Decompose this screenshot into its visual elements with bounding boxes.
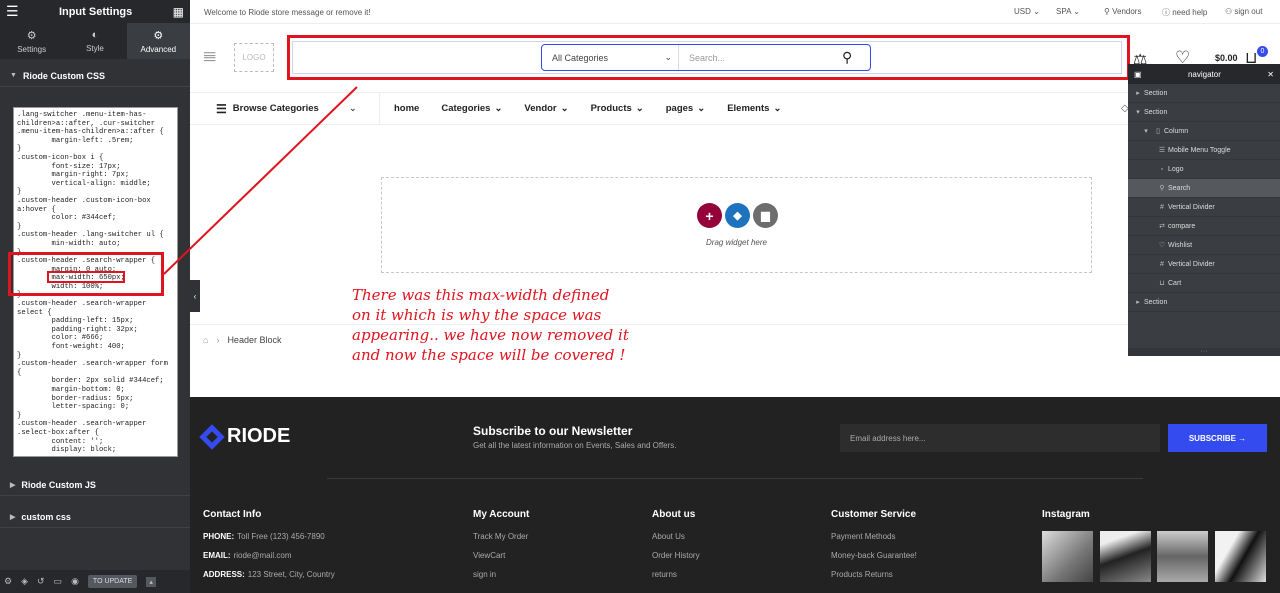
contact-email: EMAIL: riode@mail.com	[203, 551, 335, 560]
contact-phone: PHONE: Toll Free (123) 456-7890	[203, 532, 335, 541]
contact-label: EMAIL:	[203, 551, 231, 560]
riode-logo-icon	[199, 423, 225, 450]
navigator-label: Mobile Menu Toggle	[1168, 146, 1231, 154]
column-title: Contact Info	[203, 509, 262, 520]
navigator-label: Section	[1144, 298, 1168, 306]
navigator-item[interactable]: ⚲ Search	[1128, 179, 1280, 198]
contact-value: Toll Free (123) 456-7890	[237, 532, 325, 541]
newsletter-desc: Get all the latest information on Events…	[473, 441, 677, 450]
navigator-label: Search	[1168, 184, 1191, 192]
caret-right-icon: ▸	[1136, 299, 1140, 306]
footer-link[interactable]: Payment Methods	[831, 532, 917, 541]
annotation-note: There was this max-width defined on it w…	[352, 286, 629, 364]
instagram-image[interactable]	[1215, 531, 1266, 582]
contact-value[interactable]: riode@mail.com	[234, 551, 292, 560]
brand-name: RIODE	[227, 425, 291, 447]
footer-link[interactable]: sign in	[473, 570, 529, 579]
footer-link[interactable]: About Us	[652, 532, 700, 541]
divider-icon: #	[1160, 203, 1164, 211]
column-title: About us	[652, 509, 696, 520]
footer-logo[interactable]: RIODE	[199, 423, 291, 450]
instagram-column: Instagram	[1042, 509, 1090, 532]
service-column: Customer Service Payment Methods Money-b…	[831, 509, 917, 589]
navigator-item[interactable]: ▾ ▯ Column	[1128, 122, 1280, 141]
column-title: My Account	[473, 509, 530, 520]
navigator-item[interactable]: ▾ Section	[1128, 103, 1280, 122]
navigator-item[interactable]: ⇄ compare	[1128, 217, 1280, 236]
menu-icon: ☰	[1158, 147, 1166, 154]
footer: RIODE Subscribe to our Newsletter Get al…	[190, 397, 1280, 593]
footer-link[interactable]: Money-back Guarantee!	[831, 551, 917, 560]
instagram-image[interactable]	[1157, 531, 1208, 582]
navigator-icon: ▣	[1134, 69, 1142, 79]
navigator-title: navigator	[1187, 69, 1221, 79]
navigator-item[interactable]: ⊔ Cart	[1128, 274, 1280, 293]
navigator-item[interactable]: # Vertical Divider	[1128, 255, 1280, 274]
image-icon: ▫	[1160, 165, 1164, 173]
column-title: Instagram	[1042, 509, 1090, 520]
divider-icon: #	[1160, 260, 1164, 268]
navigator-label: Column	[1164, 127, 1189, 135]
navigator-label: Wishlist	[1168, 241, 1193, 249]
footer-divider	[327, 478, 1143, 479]
search-icon: ⚲	[1159, 185, 1165, 192]
navigator-item[interactable]: # Vertical Divider	[1128, 198, 1280, 217]
navigator-label: Vertical Divider	[1168, 260, 1215, 268]
navigator-label: compare	[1168, 222, 1196, 230]
navigator-label: Logo	[1168, 165, 1184, 173]
column-icon: ▯	[1156, 128, 1160, 135]
navigator-label: Cart	[1168, 279, 1182, 287]
navigator-header[interactable]: ▣ navigator ✕	[1128, 64, 1280, 84]
caret-down-icon: ▾	[1144, 128, 1148, 135]
compare-icon: ⇄	[1159, 223, 1165, 230]
heart-icon: ♡	[1158, 242, 1166, 249]
column-title: Customer Service	[831, 509, 917, 520]
footer-link[interactable]: Order History	[652, 551, 700, 560]
caret-right-icon: ▸	[1136, 90, 1140, 97]
annotation-line	[163, 86, 358, 275]
footer-link[interactable]: Products Returns	[831, 570, 917, 579]
subscribe-button[interactable]: SUBSCRIBE →	[1168, 424, 1267, 452]
navigator-item[interactable]: ▸ Section	[1128, 84, 1280, 103]
contact-label: PHONE:	[203, 532, 235, 541]
navigator-label: Vertical Divider	[1168, 203, 1215, 211]
newsletter-title: Subscribe to our Newsletter	[473, 424, 633, 438]
navigator-item[interactable]: ▫ Logo	[1128, 160, 1280, 179]
navigator-item[interactable]: ♡ Wishlist	[1128, 236, 1280, 255]
contact-label: ADDRESS:	[203, 570, 245, 579]
navigator-item[interactable]: ☰ Mobile Menu Toggle	[1128, 141, 1280, 160]
footer-link[interactable]: ViewCart	[473, 551, 529, 560]
diamond-icon: ◇	[1121, 103, 1129, 114]
about-column: About us About Us Order History returns	[652, 509, 700, 589]
footer-link[interactable]: returns	[652, 570, 700, 579]
navigator-item[interactable]: ▸ Section	[1128, 293, 1280, 312]
navigator-panel: ▣ navigator ✕ ▸ Section ▾ Section ▾ ▯ Column ☰…	[1128, 64, 1280, 356]
contact-column: Contact Info PHONE: Toll Free (123) 456-7…	[203, 509, 335, 589]
navigator-label: Section	[1144, 108, 1168, 116]
caret-down-icon: ▾	[1136, 109, 1140, 116]
cart-icon: ⊔	[1159, 280, 1165, 287]
newsletter-email-input[interactable]: Email address here...	[840, 424, 1160, 452]
navigator-label: Section	[1144, 89, 1168, 97]
footer-link[interactable]: Track My Order	[473, 532, 529, 541]
account-column: My Account Track My Order ViewCart sign …	[473, 509, 529, 589]
resize-handle[interactable]: ···	[1128, 348, 1280, 356]
instagram-image[interactable]	[1042, 531, 1093, 582]
instagram-image[interactable]	[1100, 531, 1151, 582]
contact-address: ADDRESS: 123 Street, City, Country	[203, 570, 335, 579]
contact-value: 123 Street, City, Country	[247, 570, 335, 579]
close-icon[interactable]: ✕	[1267, 70, 1274, 79]
